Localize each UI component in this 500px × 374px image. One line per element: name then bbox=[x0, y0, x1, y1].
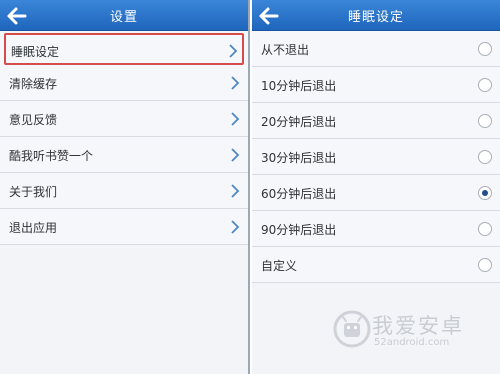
settings-item-feedback[interactable]: 意见反馈 bbox=[0, 101, 248, 137]
settings-item-clear-cache[interactable]: 清除缓存 bbox=[0, 65, 248, 101]
radio-button[interactable] bbox=[478, 114, 492, 128]
chevron-right-icon bbox=[231, 76, 240, 90]
sleep-options-list: 从不退出 10分钟后退出 20分钟后退出 30分钟后退出 60分钟后退出 90分… bbox=[252, 31, 500, 283]
settings-item-label: 睡眠设定 bbox=[11, 45, 60, 59]
sleep-option-label: 从不退出 bbox=[261, 43, 310, 57]
radio-button[interactable] bbox=[478, 258, 492, 272]
settings-title: 设置 bbox=[109, 10, 138, 25]
sleep-option-label: 20分钟后退出 bbox=[261, 115, 337, 129]
radio-button[interactable] bbox=[478, 222, 492, 236]
watermark: 我爱安卓 52android.com bbox=[332, 304, 492, 358]
sleep-option-30min[interactable]: 30分钟后退出 bbox=[252, 139, 500, 175]
sleep-setting-header: 睡眠设定 bbox=[252, 0, 500, 31]
radio-button[interactable] bbox=[478, 42, 492, 56]
settings-header: 设置 bbox=[0, 0, 248, 31]
settings-item-about[interactable]: 关于我们 bbox=[0, 173, 248, 209]
chevron-right-icon bbox=[231, 184, 240, 198]
sleep-option-90min[interactable]: 90分钟后退出 bbox=[252, 211, 500, 247]
radio-button[interactable] bbox=[478, 150, 492, 164]
sleep-option-label: 60分钟后退出 bbox=[261, 187, 337, 201]
settings-list: 睡眠设定 清除缓存 意见反馈 酷我听书赞一个 关于我们 退出应用 bbox=[0, 33, 248, 245]
sleep-option-label: 10分钟后退出 bbox=[261, 79, 337, 93]
chevron-right-icon bbox=[231, 148, 240, 162]
chevron-right-icon bbox=[229, 44, 238, 58]
sleep-option-label: 90分钟后退出 bbox=[261, 223, 337, 237]
sleep-option-20min[interactable]: 20分钟后退出 bbox=[252, 103, 500, 139]
settings-screen: 设置 睡眠设定 清除缓存 意见反馈 酷我听书赞一个 关于我们 退出应用 bbox=[0, 0, 250, 374]
radio-button-selected[interactable] bbox=[478, 186, 492, 200]
settings-item-label: 关于我们 bbox=[9, 185, 58, 199]
settings-item-label: 意见反馈 bbox=[9, 113, 58, 127]
sleep-option-10min[interactable]: 10分钟后退出 bbox=[252, 67, 500, 103]
chevron-right-icon bbox=[231, 112, 240, 126]
sleep-setting-title: 睡眠设定 bbox=[347, 10, 404, 25]
sleep-option-label: 30分钟后退出 bbox=[261, 151, 337, 165]
sleep-option-never[interactable]: 从不退出 bbox=[252, 31, 500, 67]
android-logo-icon bbox=[333, 310, 371, 348]
settings-item-exit[interactable]: 退出应用 bbox=[0, 209, 248, 245]
settings-item-label: 清除缓存 bbox=[9, 77, 58, 91]
sleep-option-60min[interactable]: 60分钟后退出 bbox=[252, 175, 500, 211]
chevron-right-icon bbox=[231, 220, 240, 234]
watermark-brand-cn: 我爱安卓 bbox=[372, 314, 464, 338]
sleep-option-label: 自定义 bbox=[261, 259, 298, 273]
sleep-setting-screen: 睡眠设定 从不退出 10分钟后退出 20分钟后退出 30分钟后退出 60分钟后退… bbox=[252, 0, 500, 374]
sleep-option-custom[interactable]: 自定义 bbox=[252, 247, 500, 283]
radio-button[interactable] bbox=[478, 78, 492, 92]
settings-item-label: 酷我听书赞一个 bbox=[9, 149, 94, 163]
settings-item-label: 退出应用 bbox=[9, 221, 58, 235]
watermark-brand-en: 52android.com bbox=[374, 337, 450, 348]
settings-item-like[interactable]: 酷我听书赞一个 bbox=[0, 137, 248, 173]
settings-item-sleep[interactable]: 睡眠设定 bbox=[4, 33, 244, 65]
